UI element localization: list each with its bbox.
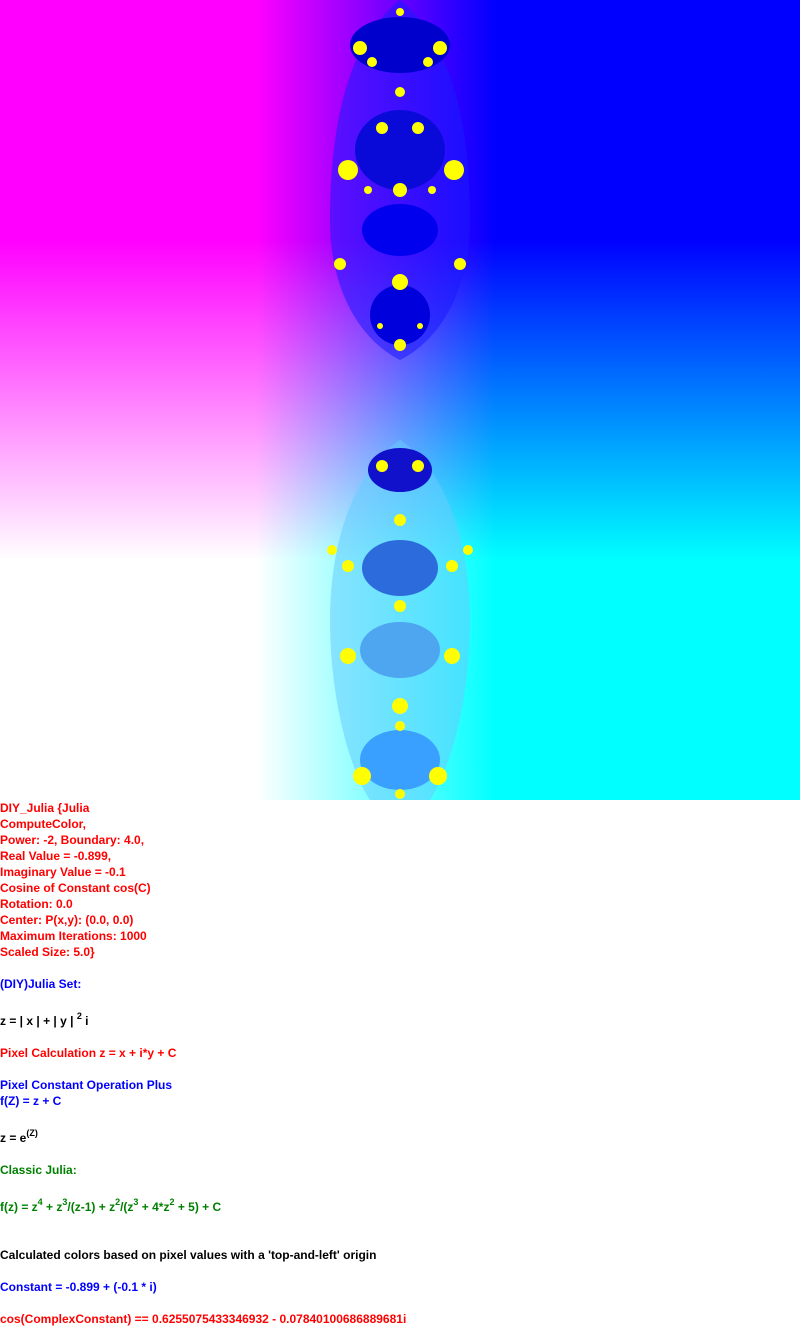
classic-formula-part: + 5) + C bbox=[174, 1200, 222, 1214]
classic-heading: Classic Julia: bbox=[0, 1163, 77, 1177]
param-line: ComputeColor, bbox=[0, 817, 86, 831]
param-line: Rotation: 0.0 bbox=[0, 897, 73, 911]
classic-formula-part: /(z bbox=[120, 1200, 134, 1214]
set-heading: (DIY)Julia Set: bbox=[0, 977, 82, 991]
z-exp-formula: z = e(Z) bbox=[0, 1128, 38, 1146]
fz-formula: f(Z) = z + C bbox=[0, 1094, 62, 1108]
classic-formula-part: /(z-1) + z bbox=[67, 1200, 116, 1214]
param-line: DIY_Julia {Julia bbox=[0, 801, 90, 815]
pixel-calculation: Pixel Calculation z = x + i*y + C bbox=[0, 1046, 177, 1060]
classic-formula: f(z) = z4 + z3/(z-1) + z2/(z3 + 4*z2 + 5… bbox=[0, 1198, 222, 1215]
constant-value: Constant = -0.899 + (-0.1 * i) bbox=[0, 1280, 157, 1294]
z-formula-tail: i bbox=[81, 1014, 89, 1028]
fractal-parameters: DIY_Julia {Julia ComputeColor, Power: -2… bbox=[0, 800, 151, 960]
param-line: Center: P(x,y): (0.0, 0.0) bbox=[0, 913, 134, 927]
classic-formula-part: + 4*z bbox=[138, 1200, 170, 1214]
constant-operation: Pixel Constant Operation Plus bbox=[0, 1078, 173, 1092]
classic-formula-part: f(z) = z bbox=[0, 1200, 38, 1214]
origin-note: Calculated colors based on pixel values … bbox=[0, 1248, 377, 1262]
param-line: Maximum Iterations: 1000 bbox=[0, 929, 147, 943]
z-exp-base: z = e bbox=[0, 1131, 27, 1145]
z-exp-exponent: (Z) bbox=[26, 1128, 38, 1138]
z-formula-base: z = | x | + | y | bbox=[0, 1014, 74, 1028]
param-line: Real Value = -0.899, bbox=[0, 849, 112, 863]
param-line: Cosine of Constant cos(C) bbox=[0, 881, 151, 895]
param-line: Power: -2, Boundary: 4.0, bbox=[0, 833, 145, 847]
cos-constant-value: cos(ComplexConstant) == 0.62550754333469… bbox=[0, 1312, 407, 1326]
z-formula: z = | x | + | y | 2 i bbox=[0, 1012, 89, 1029]
param-line: Scaled Size: 5.0} bbox=[0, 945, 95, 959]
julia-fractal-image bbox=[0, 0, 800, 800]
param-line: Imaginary Value = -0.1 bbox=[0, 865, 126, 879]
classic-formula-part: + z bbox=[42, 1200, 63, 1214]
